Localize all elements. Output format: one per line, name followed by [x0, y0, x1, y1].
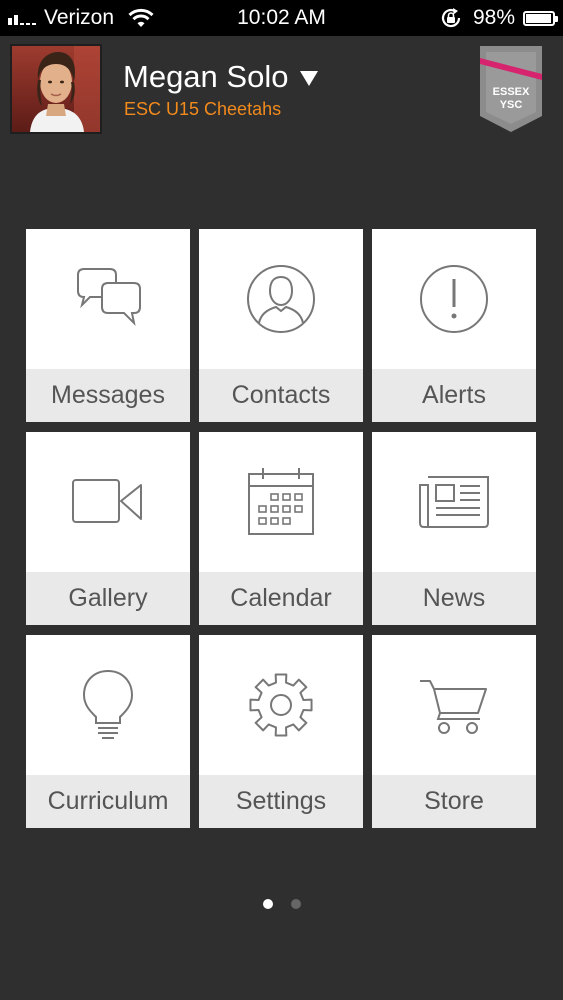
tile-label: Curriculum [26, 775, 190, 828]
tile-calendar[interactable]: Calendar [199, 432, 363, 625]
store-icon [420, 680, 487, 734]
tile-store[interactable]: Store [372, 635, 536, 828]
tile-label: Gallery [26, 572, 190, 625]
messages-icon [77, 268, 141, 327]
news-icon [419, 476, 489, 528]
tile-curriculum[interactable]: Curriculum [26, 635, 190, 828]
tile-label: News [372, 572, 536, 625]
tile-settings[interactable]: Settings [199, 635, 363, 828]
tile-gallery[interactable]: Gallery [26, 432, 190, 625]
tile-messages[interactable]: Messages [26, 229, 190, 422]
team-name: ESC U15 Cheetahs [124, 99, 282, 119]
tile-label: Messages [26, 369, 190, 422]
status-bar: Verizon 10:02 AM 98% [0, 0, 563, 36]
alerts-icon [420, 265, 488, 333]
page-indicator[interactable] [0, 899, 563, 909]
tile-contacts[interactable]: Contacts [199, 229, 363, 422]
gallery-icon [72, 479, 142, 523]
tile-news[interactable]: News [372, 432, 536, 625]
tile-label: Settings [199, 775, 363, 828]
dropdown-caret-icon [300, 71, 319, 86]
calendar-icon [248, 468, 314, 535]
tile-label: Calendar [199, 572, 363, 625]
avatar[interactable] [10, 44, 102, 134]
rotation-lock-icon [441, 8, 461, 28]
page-dot[interactable] [262, 899, 273, 909]
tile-label: Contacts [199, 369, 363, 422]
badge-line-1: ESSEX [493, 86, 530, 98]
tile-label: Alerts [372, 369, 536, 422]
tile-alerts[interactable]: Alerts [372, 229, 536, 422]
page-dot[interactable] [290, 899, 301, 909]
tile-label: Store [372, 775, 536, 828]
contacts-icon [247, 265, 315, 333]
club-badge-logo[interactable]: ESSEX YSC [480, 46, 542, 132]
user-name: Megan Solo [123, 59, 289, 94]
battery-percent: 98% [472, 6, 515, 29]
status-right: 98% [439, 5, 558, 31]
settings-icon [249, 673, 313, 737]
battery-icon [523, 10, 558, 26]
curriculum-icon [82, 669, 134, 739]
profile-header: Megan Solo ESC U15 Cheetahs ESSEX YSC [0, 36, 563, 146]
badge-line-2: YSC [500, 99, 523, 111]
user-switcher[interactable]: Megan Solo [123, 58, 319, 96]
